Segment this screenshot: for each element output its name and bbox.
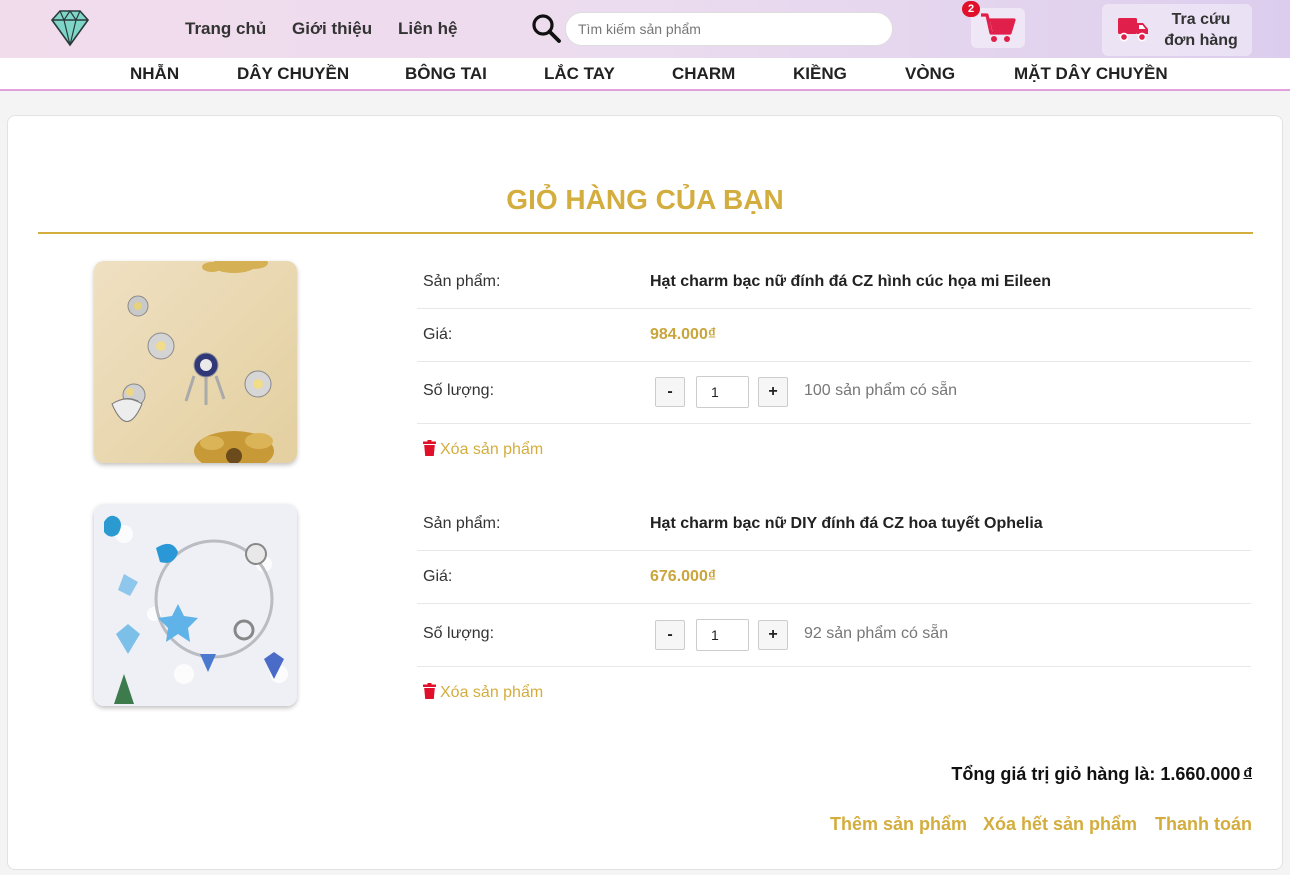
price-label: Giá: [423, 568, 453, 585]
category-rings[interactable]: NHẪN [130, 64, 179, 84]
product-price: 676.000₫ [650, 568, 717, 585]
cart-button[interactable]: 2 [962, 1, 1025, 48]
page-title: GIỎ HÀNG CỦA BẠN [506, 184, 784, 215]
product-name[interactable]: Hạt charm bạc nữ DIY đính đá CZ hoa tuyế… [650, 515, 1043, 533]
quantity-input[interactable] [696, 376, 749, 408]
category-bangles[interactable]: VÒNG [905, 64, 955, 84]
category-bracelets[interactable]: LẮC TAY [544, 64, 615, 84]
category-chokers[interactable]: KIỀNG [793, 64, 847, 84]
nav-contact[interactable]: Liên hệ [398, 19, 458, 39]
quantity-row: Số lượng: - + 92 sản phẩm có sẵn [417, 604, 1251, 667]
product-label: Sản phẩm: [423, 515, 501, 532]
product-name-row: Sản phẩm: Hạt charm bạc nữ đính đá CZ hì… [417, 262, 1251, 309]
shopping-cart-icon [981, 13, 1016, 42]
product-label: Sản phẩm: [423, 273, 501, 290]
delivery-truck-icon [1118, 18, 1148, 42]
product-image[interactable] [94, 261, 297, 463]
product-price: 984.000₫ [650, 326, 717, 343]
remove-item-button[interactable]: Xóa sản phẩm [423, 440, 543, 459]
remove-item-button[interactable]: Xóa sản phẩm [423, 683, 543, 702]
price-row: Giá: 676.000₫ [417, 551, 1251, 604]
track-order-button[interactable]: Tra cứu đơn hàng [1102, 4, 1252, 56]
product-name-row: Sản phẩm: Hạt charm bạc nữ DIY đính đá C… [417, 504, 1251, 551]
search-input[interactable] [565, 12, 893, 46]
nav-about[interactable]: Giới thiệu [292, 19, 372, 39]
category-pendants[interactable]: MẶT DÂY CHUYỀN [1014, 64, 1168, 84]
quantity-row: Số lượng: - + 100 sản phẩm có sẵn [417, 362, 1251, 424]
diamond-icon[interactable] [46, 8, 94, 48]
add-product-button[interactable]: Thêm sản phẩm [830, 814, 967, 835]
track-order-label: Tra cứu đơn hàng [1164, 11, 1238, 49]
quantity-decrease-button[interactable]: - [655, 620, 685, 650]
search-icon[interactable] [530, 12, 562, 44]
stock-available: 92 sản phẩm có sẵn [804, 625, 949, 642]
quantity-label: Số lượng: [423, 625, 495, 642]
cart-panel [7, 115, 1283, 870]
quantity-increase-button[interactable]: + [758, 620, 788, 650]
trash-icon [423, 683, 436, 699]
product-image[interactable] [94, 504, 297, 706]
quantity-label: Số lượng: [423, 382, 495, 399]
category-nav: NHẪN DÂY CHUYỀN BÔNG TAI LẮC TAY CHARM K… [0, 58, 1290, 91]
cart-count-badge: 2 [962, 1, 980, 17]
category-earrings[interactable]: BÔNG TAI [405, 64, 487, 84]
clear-cart-button[interactable]: Xóa hết sản phẩm [983, 814, 1137, 835]
stock-available: 100 sản phẩm có sẵn [804, 382, 957, 399]
cart-total-value: Tổng giá trị giỏ hàng là: 1.660.000 [951, 764, 1241, 784]
top-header: Trang chủ Giới thiệu Liên hệ 2 Tra cứu đ… [0, 0, 1290, 58]
quantity-input[interactable] [696, 619, 749, 651]
title-divider [38, 232, 1253, 234]
trash-icon [423, 440, 436, 456]
checkout-button[interactable]: Thanh toán [1155, 814, 1252, 835]
price-row: Giá: 984.000₫ [417, 309, 1251, 362]
category-charms[interactable]: CHARM [672, 64, 735, 84]
quantity-increase-button[interactable]: + [758, 377, 788, 407]
quantity-decrease-button[interactable]: - [655, 377, 685, 407]
cart-total: Tổng giá trị giỏ hàng là: 1.660.000 đ [951, 764, 1252, 785]
category-necklaces[interactable]: DÂY CHUYỀN [237, 64, 349, 84]
nav-home[interactable]: Trang chủ [185, 19, 266, 39]
currency-symbol: đ [1243, 764, 1252, 780]
product-name[interactable]: Hạt charm bạc nữ đính đá CZ hình cúc họa… [650, 273, 1051, 291]
price-label: Giá: [423, 326, 453, 343]
